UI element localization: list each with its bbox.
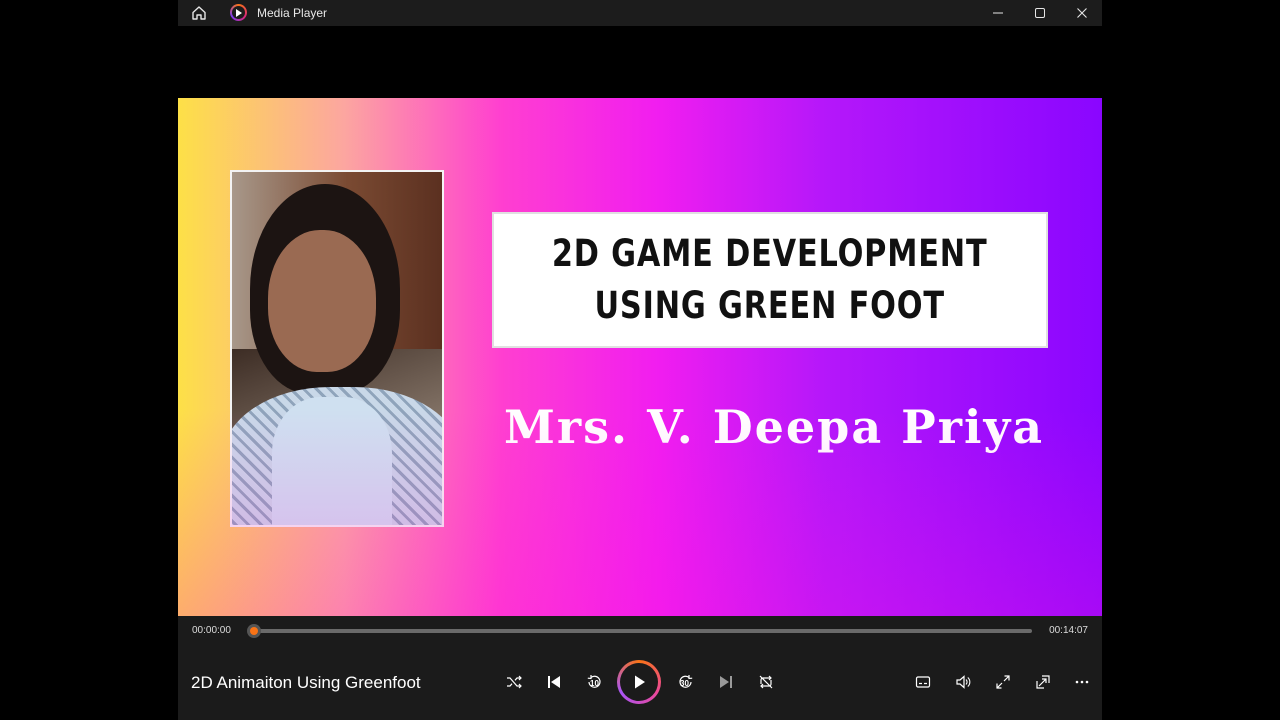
shuffle-button[interactable] <box>502 670 526 694</box>
minimize-icon <box>993 12 1003 14</box>
next-icon <box>720 676 732 688</box>
mini-player-button[interactable] <box>1031 670 1055 694</box>
media-player-icon <box>230 4 247 21</box>
skip-back-button[interactable]: 10 <box>582 670 606 694</box>
seek-thumb[interactable] <box>247 624 262 638</box>
home-icon[interactable] <box>190 4 208 22</box>
skip-forward-button[interactable]: 30 <box>674 670 698 694</box>
previous-icon <box>548 676 560 688</box>
playback-controls: 00:00:00 00:14:07 2D Animaiton Using Gre… <box>178 616 1102 720</box>
presenter-name: Mrs. V. Deepa Priya <box>504 400 1045 454</box>
repeat-icon <box>759 675 773 689</box>
minimize-button[interactable] <box>978 0 1018 26</box>
slide-title-box: 2D GAME DEVELOPMENT USING GREEN FOOT <box>492 212 1048 348</box>
close-icon <box>1077 8 1087 18</box>
previous-button[interactable] <box>542 670 566 694</box>
more-button[interactable] <box>1070 670 1094 694</box>
window-title: Media Player <box>257 6 328 20</box>
play-button[interactable] <box>617 660 661 704</box>
mini-player-icon <box>1036 675 1050 689</box>
repeat-button[interactable] <box>754 670 778 694</box>
slide-title-line-2: USING GREEN FOOT <box>594 284 946 327</box>
volume-button[interactable] <box>951 670 975 694</box>
slide-title-line-1: 2D GAME DEVELOPMENT <box>552 232 988 275</box>
title-bar: Media Player <box>178 0 1102 26</box>
captions-button[interactable] <box>911 670 935 694</box>
fullscreen-icon <box>996 675 1010 689</box>
maximize-icon <box>1035 8 1045 18</box>
total-time: 00:14:07 <box>1049 625 1088 636</box>
presenter-photo <box>230 170 444 527</box>
skip-back-seconds: 10 <box>590 679 599 688</box>
close-button[interactable] <box>1062 0 1102 26</box>
maximize-button[interactable] <box>1020 0 1060 26</box>
play-icon <box>635 675 645 689</box>
fullscreen-button[interactable] <box>991 670 1015 694</box>
current-time: 00:00:00 <box>192 625 231 636</box>
video-frame[interactable]: 2D GAME DEVELOPMENT USING GREEN FOOT Mrs… <box>178 98 1102 616</box>
skip-forward-seconds: 30 <box>680 679 689 688</box>
shuffle-icon <box>507 675 522 689</box>
seek-bar[interactable] <box>247 624 1032 638</box>
media-player-window: Media Player 2D GAME DEVELOPMENT USING G… <box>178 0 1102 720</box>
next-button[interactable] <box>714 670 738 694</box>
more-icon <box>1075 680 1089 684</box>
captions-icon <box>915 676 931 688</box>
media-title: 2D Animaiton Using Greenfoot <box>191 673 421 692</box>
volume-icon <box>956 675 971 689</box>
